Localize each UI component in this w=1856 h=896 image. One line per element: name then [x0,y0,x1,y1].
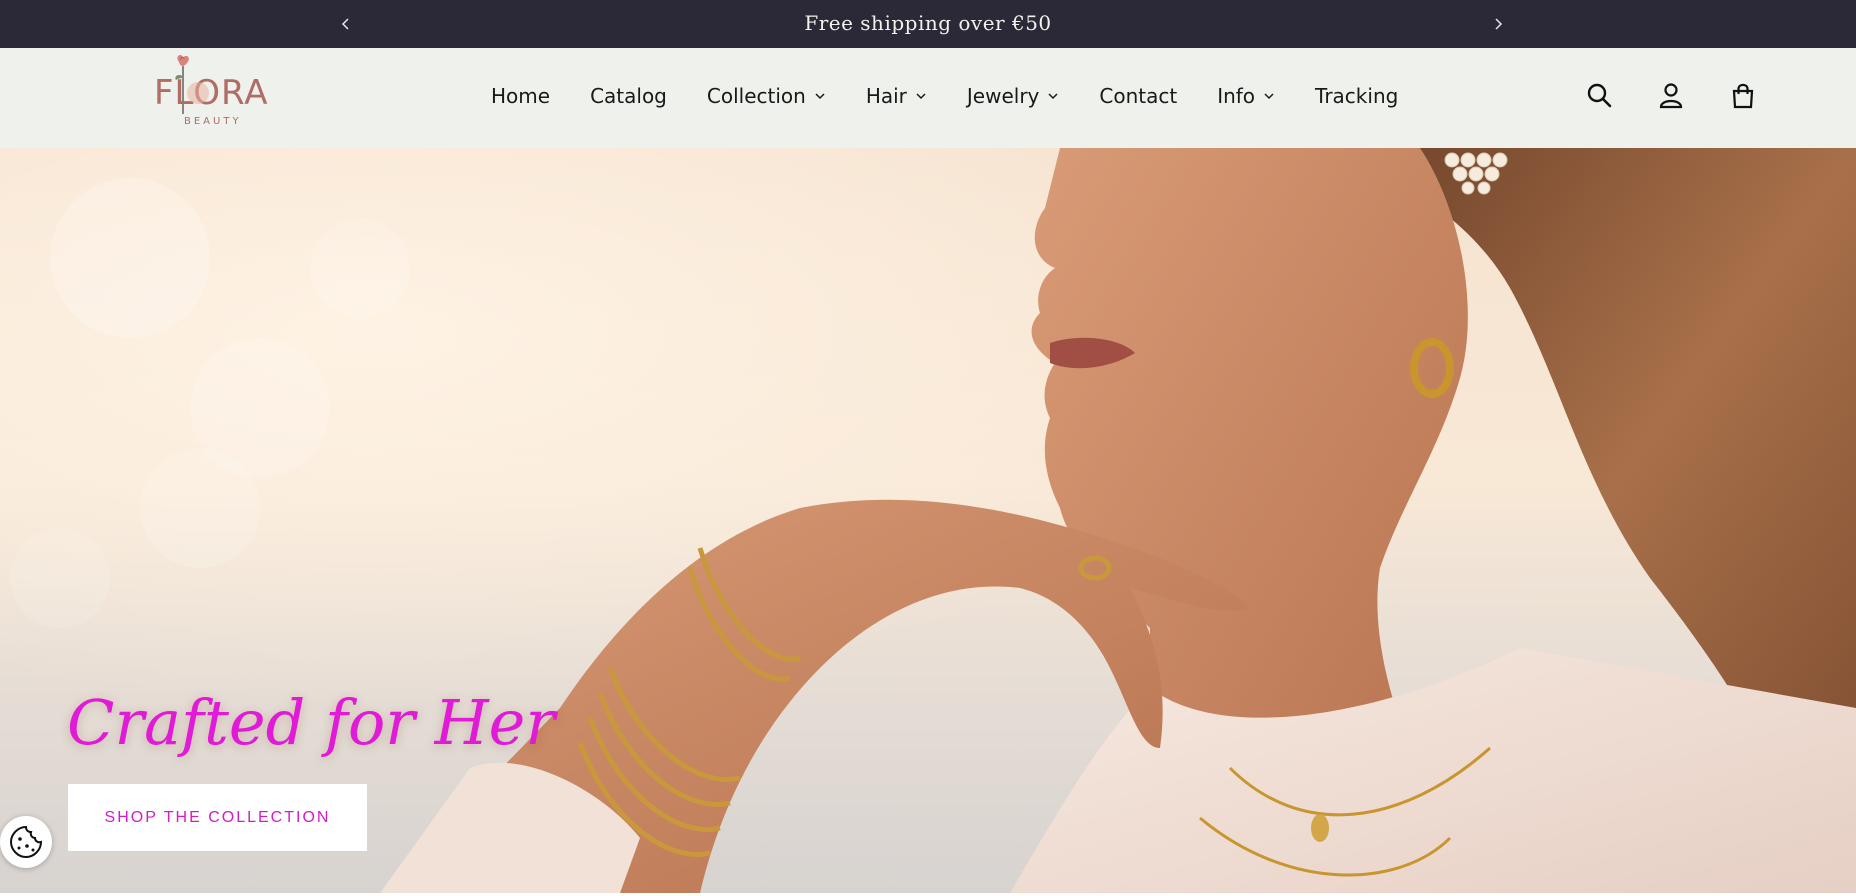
svg-text:BEAUTY: BEAUTY [184,116,242,127]
search-icon [1587,83,1612,108]
nav-item-catalog[interactable]: Catalog [590,84,667,108]
cookie-icon [9,825,43,859]
nav-item-home[interactable]: Home [491,84,550,108]
nav-item-info[interactable]: Info [1217,84,1275,108]
nav-item-label: Contact [1099,84,1178,108]
nav-item-tracking[interactable]: Tracking [1315,84,1398,108]
hero-image [0,148,1856,893]
search-button[interactable] [1583,79,1615,111]
nav-item-collection[interactable]: Collection [707,84,826,108]
account-button[interactable] [1655,79,1687,111]
announcement-bar: Free shipping over €50 [0,0,1856,48]
cookie-settings-button[interactable] [0,816,52,868]
logo[interactable]: FLORA BEAUTY [150,52,270,136]
hero-title: Crafted for Her [67,686,556,759]
chevron-down-icon [916,93,926,100]
hero-banner: Crafted for Her SHOP THE COLLECTION [0,148,1856,893]
shop-collection-button[interactable]: SHOP THE COLLECTION [68,784,367,851]
main-nav: Home Catalog Collection Hair Jewelry Con… [491,84,1398,108]
account-icon [1659,83,1683,109]
nav-item-label: Catalog [590,84,667,108]
nav-item-hair[interactable]: Hair [866,84,927,108]
nav-item-label: Collection [706,84,806,108]
chevron-right-icon [1495,18,1503,30]
nav-item-jewelry[interactable]: Jewelry [967,84,1059,108]
nav-item-label: Tracking [1315,84,1399,108]
announcement-next-button[interactable] [1484,10,1512,38]
svg-text:FLORA: FLORA [154,73,269,113]
nav-item-label: Home [491,84,551,108]
chevron-down-icon [1048,93,1058,100]
nav-item-label: Info [1217,84,1256,108]
nav-item-contact[interactable]: Contact [1099,84,1177,108]
announcement-text: Free shipping over €50 [804,11,1052,35]
cart-button[interactable] [1727,79,1759,111]
chevron-down-icon [1264,93,1274,100]
nav-item-label: Jewelry [966,84,1040,108]
header-icons [1583,79,1759,111]
cart-icon [1732,83,1754,109]
site-header: FLORA BEAUTY Home Catalog Collection Hai… [0,48,1856,148]
nav-item-label: Hair [865,84,907,108]
chevron-down-icon [815,93,825,100]
